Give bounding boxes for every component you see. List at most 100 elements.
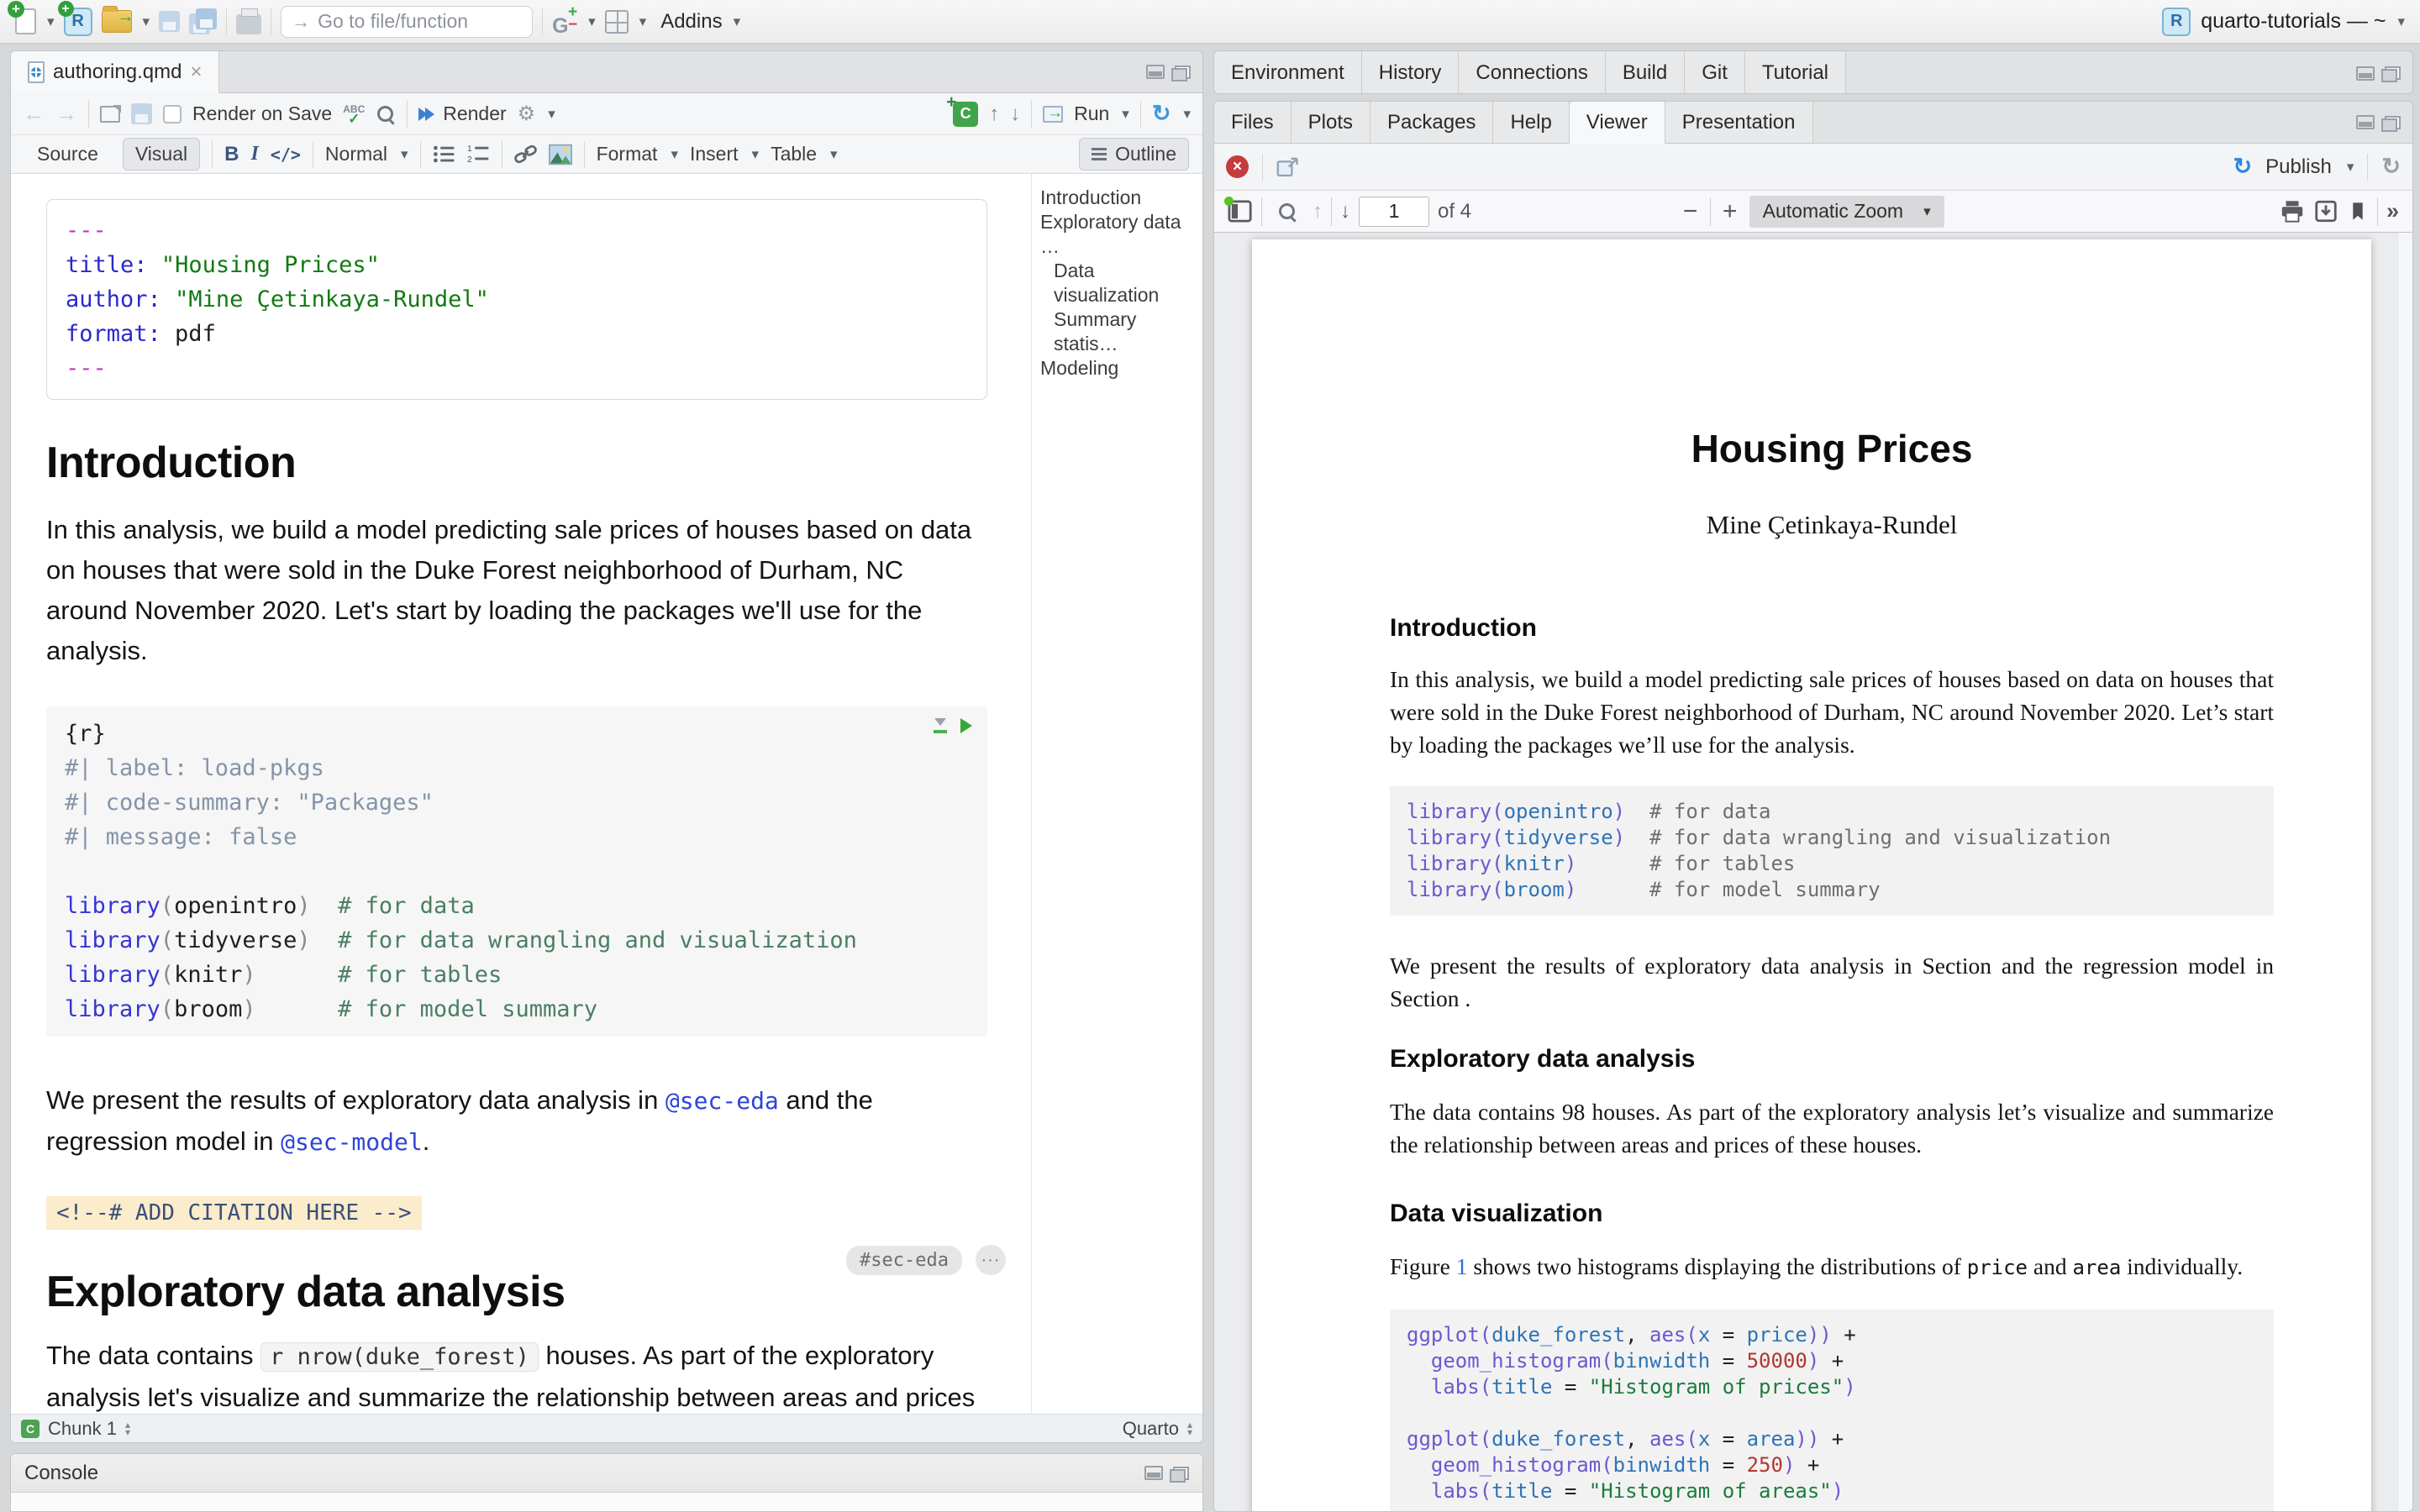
viewer-refresh-icon[interactable]: ↻: [2381, 154, 2401, 180]
pdf-print-icon[interactable]: [2280, 200, 2305, 223]
tab-build[interactable]: Build: [1606, 51, 1685, 94]
section-options-button[interactable]: ···: [976, 1245, 1006, 1275]
workspace-panes-caret-icon[interactable]: ▾: [639, 13, 647, 30]
addins-menu[interactable]: Addins: [660, 10, 722, 34]
format-caret-icon[interactable]: ▾: [671, 146, 678, 163]
numbered-list-icon[interactable]: 12: [467, 144, 490, 165]
go-previous-section-icon[interactable]: ↑: [989, 102, 999, 126]
insert-chunk-icon[interactable]: C: [953, 102, 978, 127]
outline-item-eda[interactable]: Exploratory data …: [1040, 210, 1197, 259]
pdf-page-number-input[interactable]: [1359, 197, 1429, 227]
tab-plots[interactable]: Plots: [1292, 102, 1370, 143]
html-comment-citation[interactable]: <!--# ADD CITATION HERE -->: [46, 1196, 422, 1230]
bold-button[interactable]: B: [224, 143, 239, 166]
outline-item-modeling[interactable]: Modeling: [1040, 356, 1197, 381]
env-minimize-icon[interactable]: [2356, 66, 2375, 81]
open-file-caret-icon[interactable]: ▾: [143, 13, 150, 30]
project-menu[interactable]: R quarto-tutorials — ~ ▾: [2162, 8, 2405, 36]
insert-caret-icon[interactable]: ▾: [752, 146, 760, 163]
pdf-sidebar-toggle-icon[interactable]: [1228, 200, 1253, 223]
visual-mode-button[interactable]: Visual: [123, 138, 200, 171]
chunk-jump-selector[interactable]: Chunk 1: [48, 1418, 117, 1440]
run-caret-icon[interactable]: ▾: [1122, 106, 1129, 123]
render-settings-caret-icon[interactable]: ▾: [548, 106, 555, 123]
new-file-icon[interactable]: [15, 8, 36, 34]
save-all-icon[interactable]: [189, 8, 217, 34]
publish-button[interactable]: Publish: [2265, 155, 2332, 179]
pdf-figure-link[interactable]: 1: [1456, 1253, 1468, 1279]
sec-model-crossref[interactable]: @sec-model: [281, 1128, 423, 1156]
pdf-next-page-icon[interactable]: ↓: [1340, 200, 1350, 223]
table-menu[interactable]: Table: [771, 143, 817, 165]
forward-icon[interactable]: →: [55, 101, 77, 127]
console-body[interactable]: [11, 1493, 1202, 1511]
image-icon[interactable]: [549, 144, 572, 165]
render-icon[interactable]: [418, 108, 432, 121]
table-caret-icon[interactable]: ▾: [830, 146, 838, 163]
print-icon[interactable]: [236, 14, 261, 34]
visual-editor-content[interactable]: ---title: "Housing Prices"author: "Mine …: [11, 174, 1031, 1414]
spellcheck-icon[interactable]: ABC ✓: [343, 104, 365, 124]
open-file-icon[interactable]: [102, 10, 132, 33]
run-button[interactable]: Run: [1074, 102, 1109, 125]
open-in-window-icon[interactable]: [100, 106, 120, 123]
viewer-maximize-icon[interactable]: [2385, 116, 2401, 129]
pdf-scrollbar[interactable]: [2397, 233, 2412, 1511]
tab-history[interactable]: History: [1362, 51, 1460, 94]
render-settings-gear-icon[interactable]: ⚙: [518, 102, 536, 126]
version-control-caret-icon[interactable]: ▾: [588, 13, 596, 30]
tab-tutorial[interactable]: Tutorial: [1745, 51, 1846, 94]
render-button[interactable]: Render: [443, 102, 506, 125]
mode-selector-arrows-icon[interactable]: ▴▾: [1187, 1421, 1192, 1436]
minimize-pane-icon[interactable]: [1146, 65, 1165, 79]
pdf-previous-page-icon[interactable]: ↑: [1313, 200, 1323, 223]
bullet-list-icon[interactable]: [433, 144, 455, 165]
editor-save-icon[interactable]: [131, 103, 152, 124]
go-next-section-icon[interactable]: ↓: [1010, 102, 1020, 126]
paragraph-style-dropdown[interactable]: Normal: [325, 143, 387, 165]
outline-item-introduction[interactable]: Introduction: [1040, 186, 1197, 210]
render-on-save-checkbox[interactable]: [163, 105, 182, 123]
open-in-new-window-icon[interactable]: [1276, 156, 1300, 177]
format-menu[interactable]: Format: [597, 143, 658, 165]
pdf-tools-icon[interactable]: »: [2386, 198, 2399, 224]
insert-menu[interactable]: Insert: [690, 143, 739, 165]
tab-environment[interactable]: Environment: [1214, 51, 1362, 94]
console-minimize-icon[interactable]: [1144, 1466, 1163, 1480]
pdf-bookmark-icon[interactable]: [2347, 200, 2369, 223]
back-icon[interactable]: ←: [23, 101, 45, 127]
tab-packages[interactable]: Packages: [1370, 102, 1493, 143]
language-mode-selector[interactable]: Quarto: [1123, 1418, 1179, 1440]
viewer-minimize-icon[interactable]: [2356, 115, 2375, 129]
r-code-chunk[interactable]: {r}#| label: load-pkgs#| code-summary: "…: [46, 706, 987, 1037]
outline-toggle-button[interactable]: Outline: [1079, 138, 1189, 171]
outline-item-data-visualization[interactable]: Data visualization: [1040, 259, 1197, 307]
paragraph-style-caret-icon[interactable]: ▾: [401, 146, 408, 163]
publish-caret-icon[interactable]: ▾: [2347, 159, 2354, 176]
pdf-download-icon[interactable]: [2313, 200, 2338, 223]
pdf-search-icon[interactable]: [1277, 202, 1297, 222]
pdf-zoom-in-icon[interactable]: +: [1719, 197, 1741, 226]
yaml-metadata-block[interactable]: ---title: "Housing Prices"author: "Mine …: [46, 199, 987, 400]
code-button[interactable]: </>: [271, 144, 301, 165]
tab-viewer[interactable]: Viewer: [1570, 102, 1665, 144]
addins-caret-icon[interactable]: ▾: [734, 13, 741, 30]
new-file-caret-icon[interactable]: ▾: [47, 13, 55, 30]
save-icon[interactable]: [159, 11, 180, 32]
link-icon[interactable]: [514, 144, 537, 165]
pdf-viewer-area[interactable]: Housing Prices Mine Çetinkaya-Rundel Int…: [1214, 233, 2412, 1511]
goto-file-function-input[interactable]: → Go to file/function: [281, 6, 533, 38]
env-maximize-icon[interactable]: [2385, 66, 2401, 80]
pdf-zoom-select[interactable]: Automatic Zoom ▾: [1749, 196, 1944, 228]
source-mode-button[interactable]: Source: [24, 138, 111, 171]
maximize-pane-icon[interactable]: [1175, 66, 1191, 79]
console-header[interactable]: Console: [11, 1454, 1202, 1493]
find-replace-icon[interactable]: [376, 104, 396, 124]
run-icon[interactable]: [1043, 106, 1063, 123]
tab-presentation[interactable]: Presentation: [1665, 102, 1813, 143]
italic-button[interactable]: I: [250, 143, 258, 165]
chunk-selector-arrows-icon[interactable]: ▴▾: [125, 1421, 130, 1436]
tab-connections[interactable]: Connections: [1459, 51, 1605, 94]
source-refresh-icon[interactable]: ↻: [1152, 101, 1171, 127]
source-refresh-caret-icon[interactable]: ▾: [1183, 106, 1191, 123]
